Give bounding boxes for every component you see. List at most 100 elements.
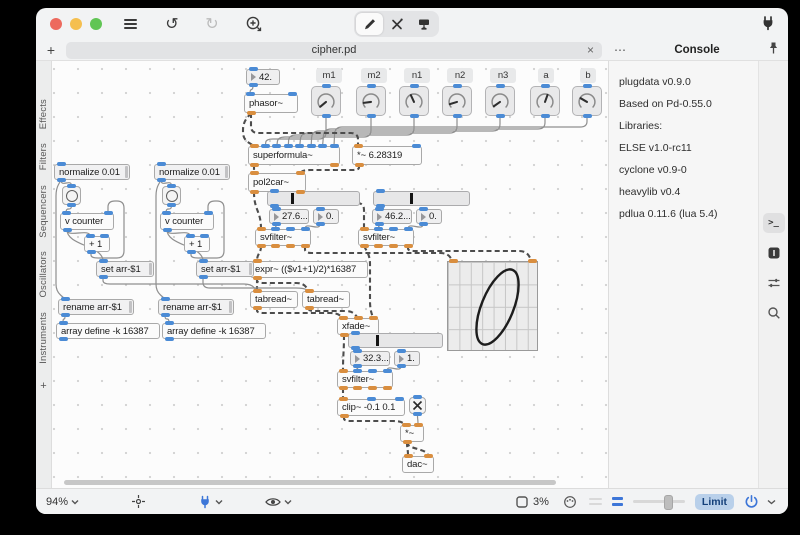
console-tab-icon[interactable]: >_ bbox=[763, 213, 785, 233]
array-1[interactable]: array define -k 16387 bbox=[56, 323, 160, 339]
inlet-control[interactable] bbox=[541, 84, 550, 88]
inlet-control[interactable] bbox=[204, 211, 213, 215]
add-object-icon[interactable] bbox=[240, 12, 268, 36]
outlet-control[interactable] bbox=[87, 250, 96, 254]
outlet-control[interactable] bbox=[272, 222, 281, 226]
outlet-signal[interactable] bbox=[250, 190, 259, 194]
outlet-signal[interactable] bbox=[374, 244, 383, 248]
scope[interactable] bbox=[447, 261, 538, 351]
pin-icon[interactable] bbox=[767, 41, 780, 60]
center-canvas-icon[interactable] bbox=[131, 494, 146, 509]
expr[interactable]: expr~ (($v1+1)/2)*16387 bbox=[250, 261, 368, 278]
presentation-mode-button[interactable] bbox=[410, 13, 437, 35]
inlet-control[interactable] bbox=[583, 84, 592, 88]
inlet-control[interactable] bbox=[261, 144, 270, 148]
inlet-control[interactable] bbox=[413, 395, 422, 399]
superformula[interactable]: superformula~ bbox=[248, 146, 340, 165]
inlet-control[interactable] bbox=[284, 144, 293, 148]
dac[interactable]: dac~ bbox=[402, 456, 434, 473]
patch-canvas[interactable]: 42.phasor~m1m2n1n2n3absuperformula~*~ 6.… bbox=[52, 61, 608, 488]
inlet-control[interactable] bbox=[286, 227, 295, 231]
outlet-signal[interactable] bbox=[253, 276, 262, 280]
outlet-control[interactable] bbox=[67, 203, 76, 207]
outlet-signal[interactable] bbox=[360, 244, 369, 248]
inlet-control[interactable] bbox=[199, 259, 208, 263]
edit-mode-button[interactable] bbox=[356, 13, 383, 35]
inlet-control[interactable] bbox=[376, 189, 385, 193]
outlet-signal[interactable] bbox=[368, 386, 377, 390]
knob-m2[interactable] bbox=[356, 86, 386, 116]
redo-icon[interactable]: ↻ bbox=[198, 12, 226, 36]
tab-cipher-pd[interactable]: cipher.pd × bbox=[66, 42, 602, 59]
new-tab-button[interactable]: + bbox=[36, 42, 66, 58]
outlet-control[interactable] bbox=[167, 203, 176, 207]
inlet-signal[interactable] bbox=[250, 171, 259, 175]
inlet-control[interactable] bbox=[162, 211, 171, 215]
inlet-control[interactable] bbox=[368, 369, 377, 373]
knob-a[interactable] bbox=[530, 86, 560, 116]
inlet-control[interactable] bbox=[167, 184, 176, 188]
inlet-control[interactable] bbox=[351, 331, 360, 335]
outlet-control[interactable] bbox=[157, 178, 166, 182]
sidebar-item-filters[interactable]: Filters bbox=[38, 143, 49, 170]
inlet-signal[interactable] bbox=[360, 227, 369, 231]
inlet-control[interactable] bbox=[67, 184, 76, 188]
outlet-control[interactable] bbox=[249, 83, 258, 87]
outlet-signal[interactable] bbox=[250, 163, 259, 167]
knob-m1[interactable] bbox=[311, 86, 341, 116]
outlet-signal[interactable] bbox=[301, 244, 310, 248]
outlet-control[interactable] bbox=[583, 114, 592, 118]
outlet-signal[interactable] bbox=[247, 111, 256, 115]
slider-a[interactable] bbox=[267, 191, 360, 206]
outlet-signal[interactable] bbox=[404, 244, 413, 248]
outlet-signal[interactable] bbox=[257, 244, 266, 248]
volume-slider-handle[interactable] bbox=[664, 495, 673, 510]
inlet-control[interactable] bbox=[186, 234, 195, 238]
inlet-control[interactable] bbox=[389, 227, 398, 231]
run-mode-button[interactable] bbox=[383, 13, 410, 35]
inlet-signal[interactable] bbox=[404, 454, 413, 458]
outlet-signal[interactable] bbox=[353, 386, 362, 390]
inlet-control[interactable] bbox=[61, 297, 70, 301]
inlet-control[interactable] bbox=[271, 227, 280, 231]
outlet-control[interactable] bbox=[63, 228, 72, 232]
slider-c[interactable] bbox=[348, 333, 443, 348]
outlet-signal[interactable] bbox=[271, 244, 280, 248]
inlet-control[interactable] bbox=[453, 84, 462, 88]
inlet-control[interactable] bbox=[157, 162, 166, 166]
outlet-control[interactable] bbox=[397, 364, 406, 368]
inlet-control[interactable] bbox=[367, 84, 376, 88]
outlet-control[interactable] bbox=[59, 337, 68, 341]
inlet-control[interactable] bbox=[316, 207, 325, 211]
inlet-control[interactable] bbox=[161, 297, 170, 301]
slider-b[interactable] bbox=[373, 191, 470, 206]
inlet-control[interactable] bbox=[374, 227, 383, 231]
outlet-control[interactable] bbox=[165, 337, 174, 341]
outlet-control[interactable] bbox=[413, 412, 422, 416]
outlet-signal[interactable] bbox=[253, 306, 262, 310]
inlet-control[interactable] bbox=[410, 84, 419, 88]
search-icon[interactable] bbox=[763, 303, 785, 323]
inlet-control[interactable] bbox=[419, 207, 428, 211]
inlet-control[interactable] bbox=[412, 144, 421, 148]
inlet-control[interactable] bbox=[272, 144, 281, 148]
inlet-control[interactable] bbox=[367, 397, 376, 401]
inlet-control[interactable] bbox=[496, 84, 505, 88]
inlet-control[interactable] bbox=[62, 211, 71, 215]
inlet-signal[interactable] bbox=[296, 171, 305, 175]
compiled-mode-icon[interactable] bbox=[198, 495, 223, 509]
outlet-control[interactable] bbox=[322, 114, 331, 118]
outlet-control[interactable] bbox=[453, 114, 462, 118]
horizontal-scrollbar[interactable] bbox=[64, 480, 556, 485]
minimize-window-button[interactable] bbox=[70, 18, 82, 30]
sidebar-add-palette-button[interactable]: + bbox=[40, 380, 46, 392]
outlet-signal[interactable] bbox=[340, 414, 349, 418]
inlet-signal[interactable] bbox=[424, 454, 433, 458]
outlet-control[interactable] bbox=[161, 313, 170, 317]
sidebar-item-oscillators[interactable]: Oscillators bbox=[38, 251, 49, 298]
outlet-signal[interactable] bbox=[389, 244, 398, 248]
zoom-control[interactable]: 94% bbox=[46, 496, 79, 508]
overlays-icon[interactable] bbox=[265, 496, 292, 508]
inlet-signal[interactable] bbox=[369, 316, 378, 320]
outlet-control[interactable] bbox=[61, 313, 70, 317]
